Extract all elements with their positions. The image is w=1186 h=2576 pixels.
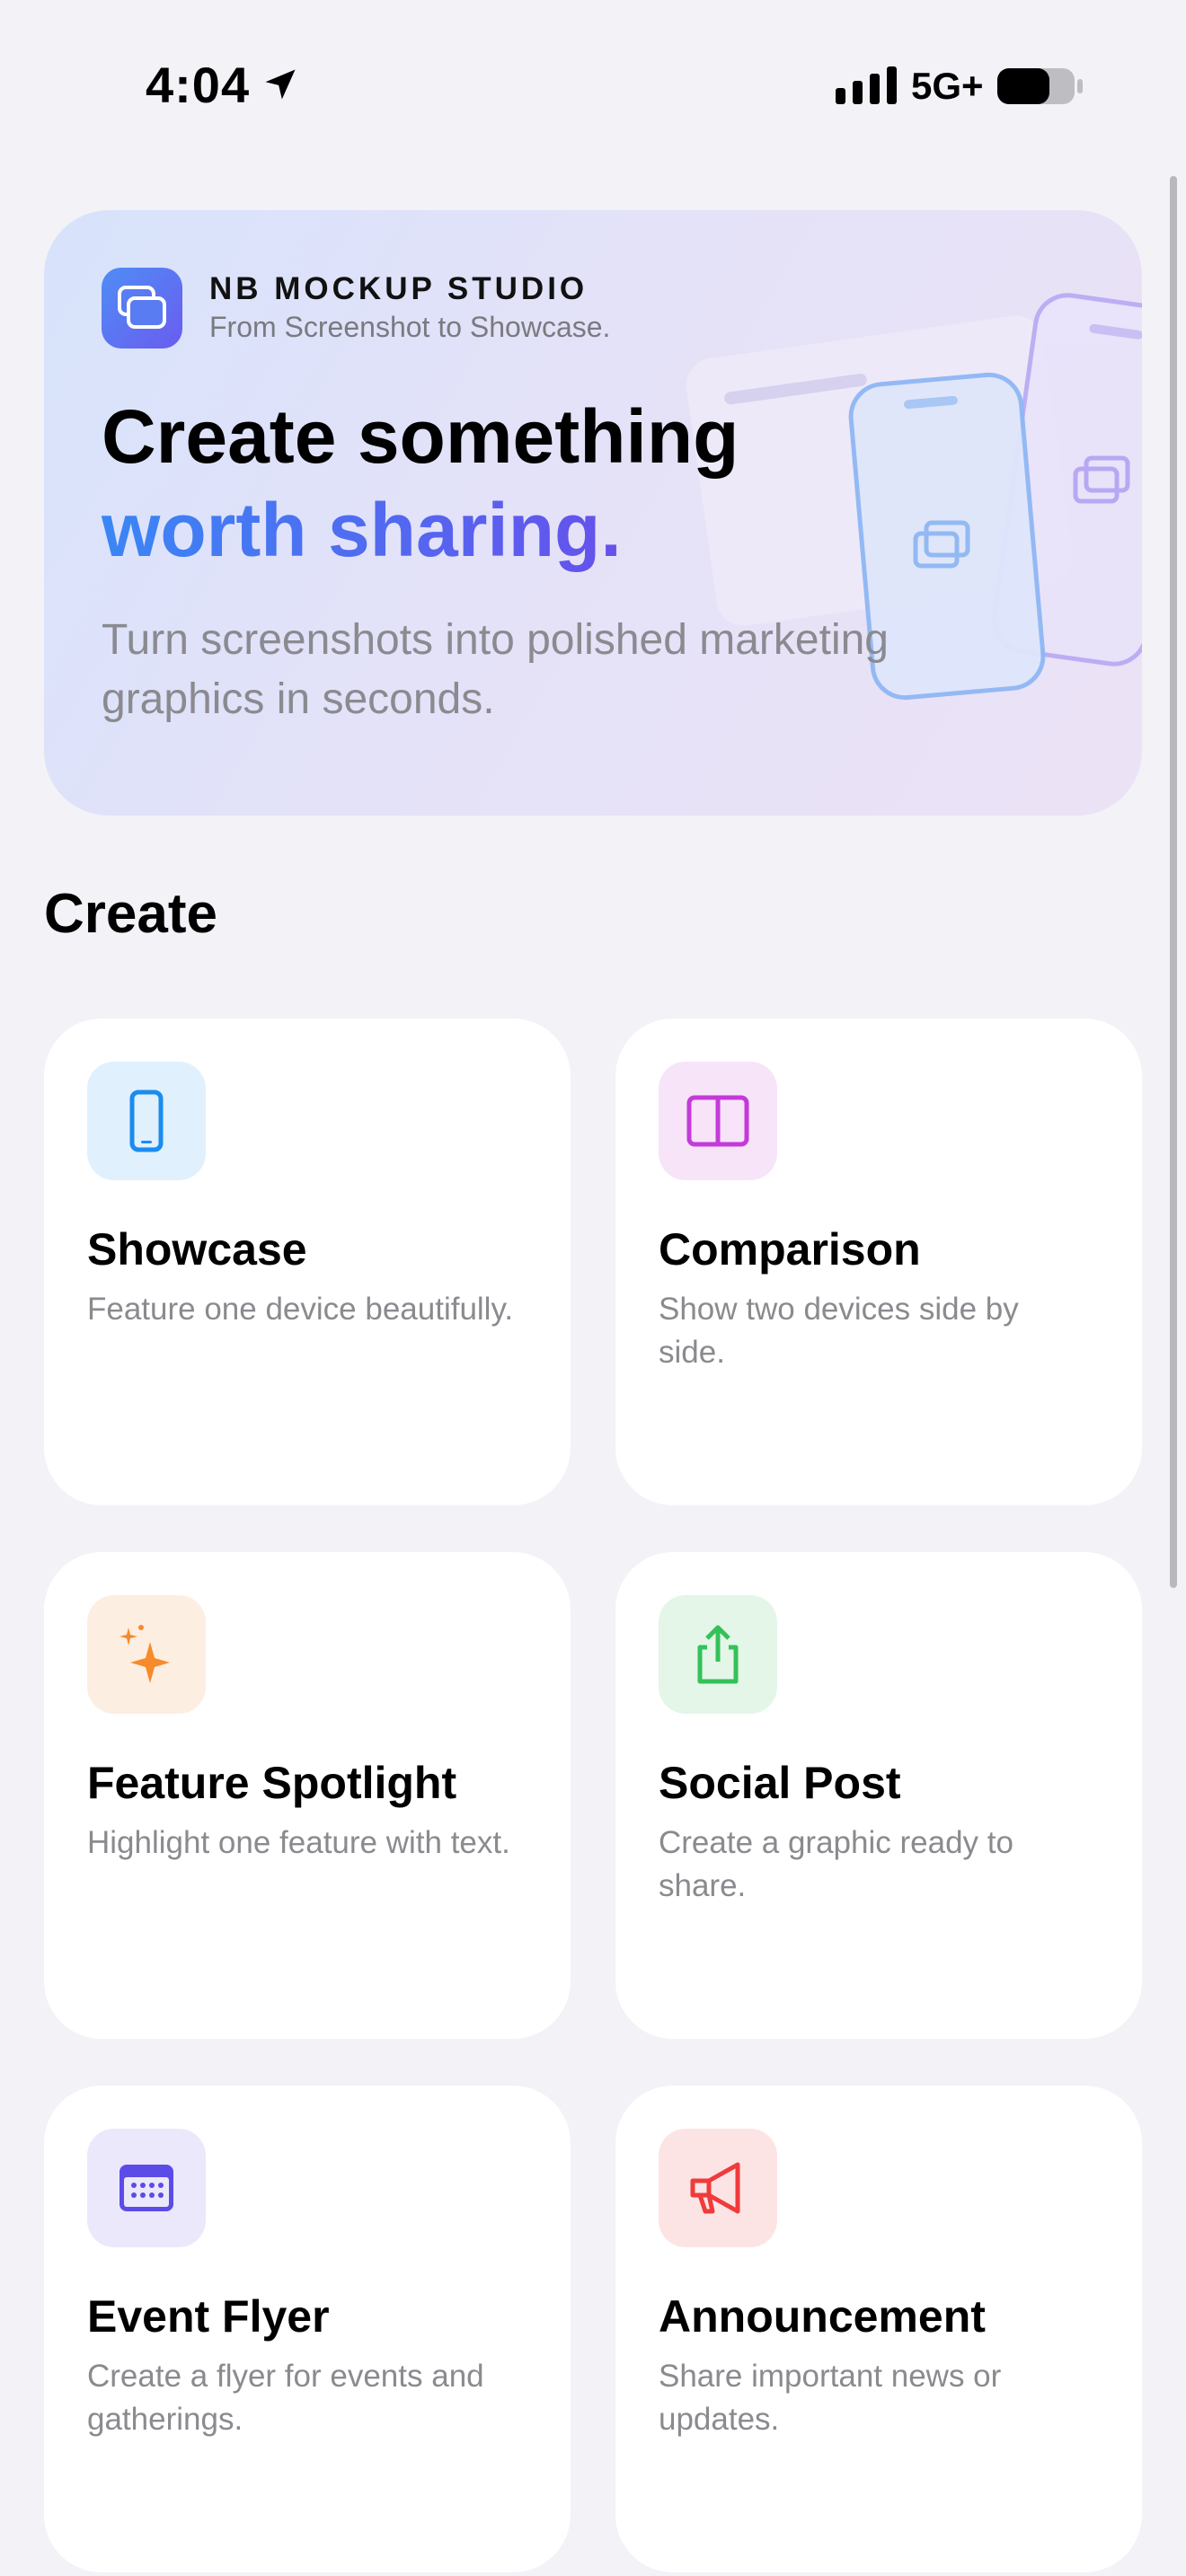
- status-time: 4:04: [146, 57, 251, 113]
- card-title: Showcase: [87, 1224, 307, 1275]
- card-event-flyer[interactable]: Event Flyer Create a flyer for events an…: [44, 2086, 571, 2572]
- card-icon-bg: [87, 1062, 206, 1180]
- hero-title: Create something: [102, 394, 739, 479]
- card-description: Feature one device beautifully.: [87, 1292, 514, 1327]
- card-description: Highlight one feature with text.: [87, 1825, 510, 1860]
- card-icon-bg: [659, 1062, 777, 1180]
- card-icon-bg: [659, 1595, 777, 1714]
- card-icon-bg: [87, 1595, 206, 1714]
- card-showcase[interactable]: Showcase Feature one device beautifully.: [44, 1019, 571, 1505]
- split-view-icon: [686, 1095, 749, 1147]
- hero-title-accent: worth sharing.: [102, 483, 622, 577]
- hero-subtitle: Turn screenshots into polished marketing…: [102, 616, 889, 723]
- card-feature-spotlight[interactable]: Feature Spotlight Highlight one feature …: [44, 1552, 571, 2039]
- card-social-post[interactable]: Social Post Create a graphic ready to sh…: [615, 1552, 1142, 2039]
- network-type: 5G+: [911, 65, 984, 107]
- phone-icon: [129, 1090, 164, 1152]
- calendar-icon: [119, 2165, 173, 2211]
- card-icon-bg: [659, 2129, 777, 2247]
- location-arrow-icon: [265, 69, 296, 100]
- card-title: Comparison: [659, 1224, 921, 1275]
- status-bar: 4:04 5G+: [0, 0, 1186, 144]
- card-comparison[interactable]: Comparison Show two devices side by side…: [615, 1019, 1142, 1505]
- card-title: Social Post: [659, 1758, 901, 1808]
- scrollbar[interactable]: [1170, 176, 1177, 1588]
- cellular-signal-icon: [836, 66, 897, 104]
- card-icon-bg: [87, 2129, 206, 2247]
- brand-tagline: From Screenshot to Showcase.: [209, 311, 611, 343]
- card-description: Create a graphic ready to share.: [659, 1825, 1013, 1903]
- card-description: Show two devices side by side.: [659, 1292, 1019, 1370]
- card-description: Share important news or updates.: [659, 2359, 1002, 2437]
- megaphone-icon: [690, 2162, 740, 2214]
- section-title: Create: [44, 883, 217, 945]
- brand-name: NB MOCKUP STUDIO: [209, 271, 589, 306]
- card-title: Event Flyer: [87, 2291, 330, 2342]
- card-title: Feature Spotlight: [87, 1758, 457, 1808]
- sparkles-icon: [119, 1625, 170, 1683]
- battery-icon: [997, 68, 1083, 104]
- share-icon: [697, 1625, 739, 1684]
- card-description: Create a flyer for events and gatherings…: [87, 2359, 484, 2437]
- app-logo-icon: [102, 268, 182, 348]
- hero-banner: NB MOCKUP STUDIO From Screenshot to Show…: [44, 210, 1142, 816]
- card-title: Announcement: [659, 2291, 986, 2342]
- card-announcement[interactable]: Announcement Share important news or upd…: [615, 2086, 1142, 2572]
